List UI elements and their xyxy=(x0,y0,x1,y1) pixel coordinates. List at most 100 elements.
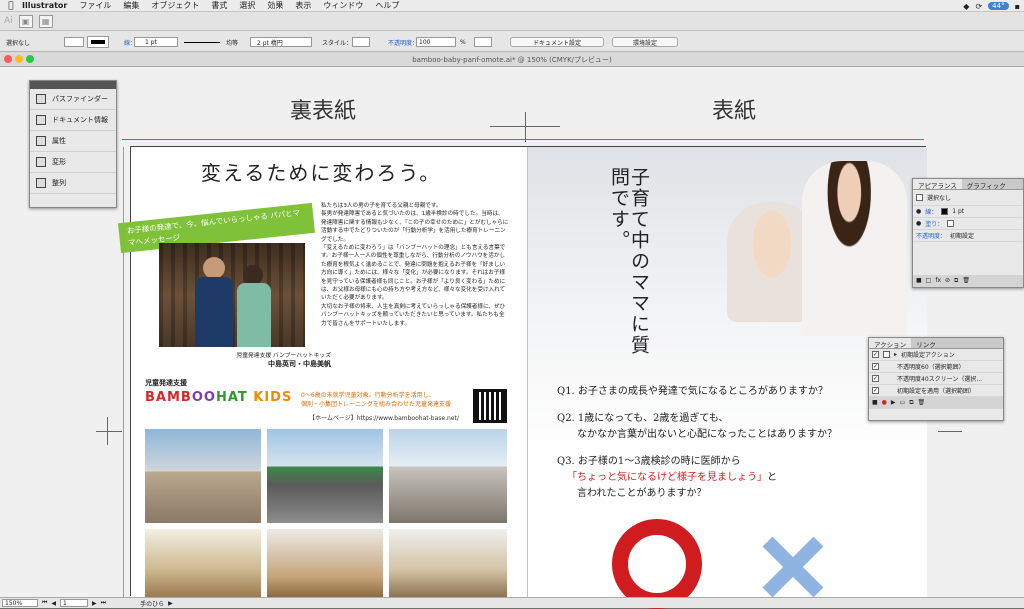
logo-part: BAMB xyxy=(145,390,192,405)
panel-label: 整列 xyxy=(52,179,66,187)
graphic-style-swatch[interactable] xyxy=(352,37,370,47)
document-info-panel-item[interactable]: ドキュメント情報 xyxy=(30,110,116,131)
tab-links[interactable]: リンク xyxy=(911,338,941,349)
percent-sign: % xyxy=(460,38,466,46)
tab-actions[interactable]: アクション xyxy=(869,338,912,349)
question-3b: 「ちょっと気になるけど様子を見ましょう」と xyxy=(567,471,777,485)
appearance-fill-row[interactable]: ● 塗り： xyxy=(913,218,1023,230)
recolor-icon[interactable] xyxy=(474,37,492,47)
toggle-checkbox[interactable]: ✓ xyxy=(872,375,879,382)
brush-field[interactable]: 2 pt 楕円 xyxy=(250,37,312,47)
eye-icon[interactable]: ● xyxy=(916,220,921,227)
toggle-checkbox[interactable]: ✓ xyxy=(872,363,879,370)
transform-icon xyxy=(36,157,46,167)
fx-icon[interactable]: fx xyxy=(935,277,941,284)
question-3-quote: 「ちょっと気になるけど様子を見ましょう」 xyxy=(567,472,767,483)
action-row[interactable]: ✓ 不透明度40スクリーン（選択... xyxy=(869,373,1003,385)
control-panel: 選択なし 線： 1 pt 均等 2 pt 楕円 スタイル： 不透明度： 100 … xyxy=(0,31,1024,52)
opacity-field[interactable]: 100 xyxy=(416,37,456,47)
clear-icon[interactable]: ⊘ xyxy=(945,277,950,284)
opacity-row-label[interactable]: 不透明度： xyxy=(916,231,946,240)
eye-icon[interactable]: ● xyxy=(916,208,921,215)
document-tab[interactable]: bamboo-baby-panf-omote.ai* @ 150% (CMYK/… xyxy=(0,52,1024,67)
stroke-color-swatch[interactable] xyxy=(941,208,949,215)
apple-icon[interactable]:  xyxy=(0,1,22,11)
menu-select[interactable]: 選択 xyxy=(239,0,255,11)
dialog-toggle[interactable] xyxy=(883,351,890,358)
fold-guide xyxy=(527,147,528,597)
yes-circle-icon xyxy=(612,519,702,609)
dropbox-icon[interactable]: ◆ xyxy=(963,2,969,11)
selection-label: 選択なし xyxy=(927,195,952,202)
stroke-swatch[interactable] xyxy=(87,36,109,48)
front-title: 子育て中のママに質問です。 xyxy=(608,167,650,356)
menu-edit[interactable]: 編集 xyxy=(123,0,139,11)
brush-definition[interactable]: 均等 xyxy=(226,37,238,47)
appearance-stroke-row[interactable]: ● 線： 1 pt xyxy=(913,206,1023,218)
artboard[interactable]: 変えるために変わろう。 お子様の発達で、今、悩んでいらっしゃる パパとママへメッ… xyxy=(117,146,927,609)
document-title: bamboo-baby-panf-omote.ai* @ 150% (CMYK/… xyxy=(412,56,612,64)
align-panel-item[interactable]: 整列 xyxy=(30,173,116,194)
folder-icon: ▸ xyxy=(894,351,898,358)
stop-icon[interactable]: ■ xyxy=(872,399,878,406)
fill-swatch[interactable] xyxy=(64,37,84,47)
action-row[interactable]: ✓ 不透明度60（選択範囲） xyxy=(869,361,1003,373)
opacity-label[interactable]: 不透明度： xyxy=(388,37,418,47)
toggle-checkbox[interactable]: ✓ xyxy=(872,387,879,394)
menu-file[interactable]: ファイル xyxy=(79,0,111,11)
bridge-icon[interactable]: ▣ xyxy=(18,14,33,28)
trash-icon[interactable]: 🗑 xyxy=(918,399,926,406)
prev-artboard-icon[interactable]: ◀ xyxy=(51,600,56,607)
transform-panel-item[interactable]: 変形 xyxy=(30,152,116,173)
pathfinder-panel-item[interactable]: パスファインダー xyxy=(30,89,116,110)
new-action-icon[interactable]: ⧉ xyxy=(909,399,913,407)
trash-icon[interactable]: 🗑 xyxy=(962,277,970,284)
next-artboard-icon[interactable]: ▶ xyxy=(92,600,97,607)
panel-label: ドキュメント情報 xyxy=(52,116,108,124)
stroke-row-label[interactable]: 線： xyxy=(925,207,937,216)
battery-badge[interactable]: 44° xyxy=(988,2,1009,10)
first-artboard-icon[interactable]: ⏮ xyxy=(42,599,47,607)
menu-help[interactable]: ヘルプ xyxy=(375,0,399,11)
status-menu-icon[interactable]: ▶ xyxy=(168,600,173,607)
question-1: Q1. お子さまの成長や発達で気になるところがありますか？ xyxy=(557,386,828,397)
panel-grip[interactable] xyxy=(30,81,116,89)
action-set-row[interactable]: ✓ ▸ 初期設定アクション xyxy=(869,349,1003,361)
bamboo-hat-kids-logo: BAMBOOHAT KIDS xyxy=(145,390,292,405)
document-setup-button[interactable]: ドキュメント設定 xyxy=(510,37,604,47)
menu-view[interactable]: 表示 xyxy=(295,0,311,11)
artboard-number-field[interactable]: 1 xyxy=(60,599,89,607)
pathfinder-icon xyxy=(36,94,46,104)
toggle-checkbox[interactable]: ✓ xyxy=(872,351,879,358)
play-icon[interactable]: ▶ xyxy=(891,399,896,406)
action-row[interactable]: ✓ 初期設定を適用（選択範囲） xyxy=(869,385,1003,397)
preferences-button[interactable]: 環境設定 xyxy=(612,37,678,47)
fill-color-swatch[interactable] xyxy=(947,220,955,227)
attributes-panel-item[interactable]: 属性 xyxy=(30,131,116,152)
arrange-documents-icon[interactable]: ▦ xyxy=(38,14,53,28)
appearance-opacity-row[interactable]: 不透明度： 初期設定 xyxy=(913,230,1023,242)
fill-row-label[interactable]: 塗り： xyxy=(925,219,943,228)
stroke-weight-field[interactable]: 1 pt xyxy=(134,37,178,47)
tab-graphic-styles[interactable]: グラフィック xyxy=(962,179,1011,190)
record-icon[interactable]: ● xyxy=(882,399,887,406)
menu-extra-icon[interactable]: ▪ xyxy=(1015,2,1020,11)
menu-window[interactable]: ウィンドウ xyxy=(323,0,363,11)
last-artboard-icon[interactable]: ⏭ xyxy=(101,599,106,607)
zoom-field[interactable]: 150% xyxy=(2,599,38,607)
tab-appearance[interactable]: アピアランス xyxy=(913,179,962,190)
training-room-photo xyxy=(389,529,507,597)
stroke-row-value: 1 pt xyxy=(952,208,965,215)
new-fill-icon[interactable]: □ xyxy=(926,277,932,284)
new-stroke-icon[interactable]: ■ xyxy=(916,277,922,284)
variable-width-profile[interactable] xyxy=(184,42,220,43)
current-tool-status[interactable]: 手のひら xyxy=(140,599,164,608)
duplicate-icon[interactable]: ⧉ xyxy=(954,277,958,285)
new-set-icon[interactable]: ▭ xyxy=(900,399,906,406)
app-menu[interactable]: Illustrator xyxy=(22,1,67,10)
menu-type[interactable]: 書式 xyxy=(211,0,227,11)
sync-icon[interactable]: ⟳ xyxy=(975,2,982,11)
attributes-icon xyxy=(36,136,46,146)
menu-object[interactable]: オブジェクト xyxy=(151,0,199,11)
menu-effect[interactable]: 効果 xyxy=(267,0,283,11)
